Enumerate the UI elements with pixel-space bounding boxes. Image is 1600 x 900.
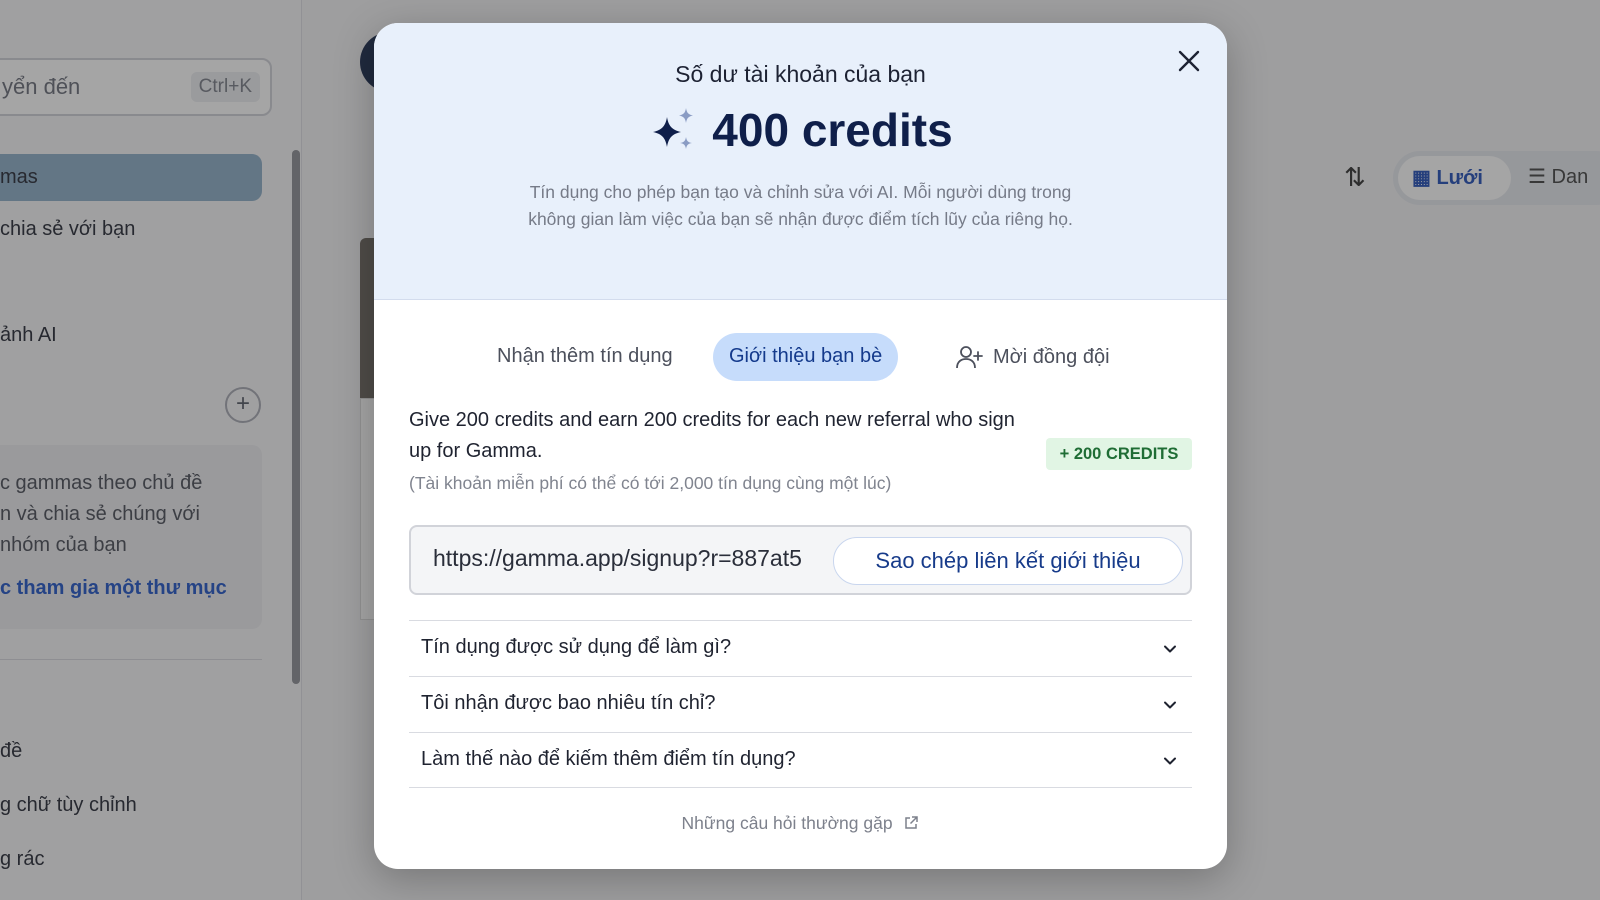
modal-header: Số dư tài khoản của bạn 400 credits Tín … bbox=[374, 23, 1227, 300]
faq-page-link[interactable]: Những câu hỏi thường gặp bbox=[374, 813, 1227, 834]
faq-page-link-label: Những câu hỏi thường gặp bbox=[681, 813, 893, 833]
credits-badge: + 200 CREDITS bbox=[1046, 438, 1192, 470]
modal-title: Số dư tài khoản của bạn bbox=[675, 61, 926, 87]
tab-refer-friends[interactable]: Giới thiệu bạn bè bbox=[713, 333, 899, 381]
faq-item[interactable]: Làm thế nào để kiếm thêm điểm tín dụng? bbox=[409, 732, 1192, 788]
modal-tabs: Nhận thêm tín dụng Giới thiệu bạn bè Mời… bbox=[374, 333, 1227, 381]
add-user-icon bbox=[956, 346, 983, 369]
referral-link-box: Sao chép liên kết giới thiệu bbox=[409, 525, 1192, 595]
chevron-down-icon bbox=[1164, 645, 1176, 653]
chevron-down-icon bbox=[1164, 757, 1176, 765]
sparkle-icon bbox=[653, 108, 694, 149]
faq-item[interactable]: Tôi nhận được bao nhiêu tín chỉ? bbox=[409, 676, 1192, 732]
faq-item[interactable]: Tín dụng được sử dụng để làm gì? bbox=[409, 620, 1192, 676]
tab-invite-teammates-label: Mời đồng đội bbox=[993, 345, 1110, 368]
credits-value: 400 credits bbox=[712, 104, 953, 156]
referral-note: (Tài khoản miễn phí có thể có tới 2,000 … bbox=[409, 473, 892, 493]
faq-question: Tôi nhận được bao nhiêu tín chỉ? bbox=[421, 692, 716, 714]
copy-referral-link-button[interactable]: Sao chép liên kết giới thiệu bbox=[833, 537, 1183, 585]
credits-modal: Số dư tài khoản của bạn 400 credits Tín … bbox=[374, 23, 1227, 869]
chevron-down-icon bbox=[1164, 701, 1176, 709]
referral-description: Give 200 credits and earn 200 credits fo… bbox=[409, 409, 1015, 462]
external-link-icon bbox=[905, 816, 919, 829]
tab-invite-teammates[interactable]: Mời đồng đội bbox=[939, 333, 1126, 381]
credits-description: Tín dụng cho phép bạn tạo và chỉnh sửa v… bbox=[528, 182, 1073, 229]
faq-question: Làm thế nào để kiếm thêm điểm tín dụng? bbox=[421, 748, 796, 770]
credits-balance: 400 credits bbox=[374, 103, 1227, 157]
tab-get-more-credits[interactable]: Nhận thêm tín dụng bbox=[481, 333, 689, 381]
faq-question: Tín dụng được sử dụng để làm gì? bbox=[421, 636, 732, 658]
referral-link-input[interactable] bbox=[433, 545, 833, 572]
